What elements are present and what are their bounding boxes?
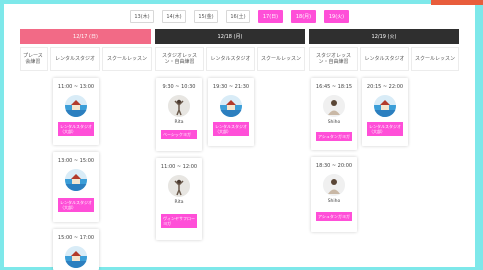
category-tag[interactable]: レンタルスタジオ（大部）: [213, 122, 249, 136]
category-header: プレース 会練習: [20, 47, 48, 71]
studio-photo: [65, 169, 87, 191]
schedule-card[interactable]: 9:30 ~ 10:30 Rita ベーシックヨガ: [156, 78, 202, 151]
category-header: スクールレッスン: [411, 47, 459, 71]
window-frame-left: [0, 0, 4, 270]
card-time: 11:00 ~ 12:00: [160, 164, 198, 170]
date-tab[interactable]: 13(木): [130, 10, 154, 23]
category-tag[interactable]: アシュタンガヨガ: [316, 132, 352, 141]
instructor-photo: [168, 95, 190, 117]
date-tabs: 13(木) 14(木) 15(金) 16(土) 17(日) 18(月) 19(火…: [0, 10, 483, 24]
instructor-photo: [168, 175, 190, 197]
window-corner-accent: [431, 0, 483, 5]
date-tab[interactable]: 16(土): [226, 10, 250, 23]
card-time: 11:00 ~ 13:00: [57, 84, 95, 90]
card-time: 20:15 ~ 22:00: [366, 84, 404, 90]
studio-photo: [65, 95, 87, 117]
schedule-card[interactable]: 20:15 ~ 22:00 レンタルスタジオ（大部）: [362, 78, 408, 146]
category-header: レンタルスタジオ: [206, 47, 255, 71]
window-frame-right: [475, 4, 483, 270]
day-header: 12/19 (火): [309, 29, 459, 44]
studio-photo: [65, 246, 87, 268]
window-frame-top: [0, 0, 483, 4]
schedule-card[interactable]: 11:00 ~ 13:00 レンタルスタジオ（大部）: [53, 78, 99, 145]
day-header-today: 12/17 (日): [20, 29, 151, 44]
date-tab-selected[interactable]: 17(日): [258, 10, 283, 23]
category-header: スクールレッスン: [102, 47, 152, 71]
card-time: 13:00 ~ 15:00: [57, 158, 95, 164]
schedule-card[interactable]: 11:00 ~ 12:00 Rita ヴィンヤサフローヨガ: [156, 158, 202, 240]
schedule-card[interactable]: 13:00 ~ 15:00 レンタルスタジオ（大部）: [53, 152, 99, 222]
schedule-card[interactable]: 18:30 ~ 20:00 Shiho アシュタンガヨガ: [311, 157, 357, 232]
card-time: 18:30 ~ 20:00: [315, 163, 353, 169]
date-tab-selected[interactable]: 19(火): [324, 10, 349, 23]
category-header: レンタルスタジオ: [360, 47, 409, 71]
category-header: スタジオレッスン・自由練習: [309, 47, 358, 71]
schedule-card[interactable]: 16:45 ~ 18:15 Shiho アシュタンガヨガ: [311, 78, 357, 150]
category-header: レンタルスタジオ: [50, 47, 100, 71]
card-time: 16:45 ~ 18:15: [315, 84, 353, 90]
instructor-name: Rita: [174, 120, 184, 125]
category-tag[interactable]: ヴィンヤサフローヨガ: [161, 214, 197, 228]
day-header: 12/18 (月): [155, 29, 305, 44]
category-header: スクールレッスン: [257, 47, 305, 71]
card-time: 9:30 ~ 10:30: [162, 84, 196, 90]
instructor-name: Shiho: [327, 199, 341, 204]
date-tab-selected[interactable]: 18(月): [291, 10, 316, 23]
instructor-photo: [323, 174, 345, 196]
instructor-photo: [323, 95, 345, 117]
studio-photo: [220, 95, 242, 117]
category-tag[interactable]: レンタルスタジオ（大部）: [58, 122, 94, 136]
card-time: 15:00 ~ 17:00: [57, 235, 95, 241]
category-tag[interactable]: レンタルスタジオ（大部）: [58, 198, 94, 212]
instructor-name: Shiho: [327, 120, 341, 125]
date-tab[interactable]: 15(金): [194, 10, 218, 23]
date-tab[interactable]: 14(木): [162, 10, 186, 23]
studio-photo: [374, 95, 396, 117]
card-time: 19:30 ~ 21:30: [212, 84, 250, 90]
instructor-name: Rita: [174, 200, 184, 205]
category-tag[interactable]: ベーシックヨガ: [161, 130, 197, 139]
category-tag[interactable]: レンタルスタジオ（大部）: [367, 122, 403, 136]
category-header: スタジオレッスン・自由練習: [155, 47, 204, 71]
category-tag[interactable]: アシュタンガヨガ: [316, 212, 352, 221]
schedule-card[interactable]: 19:30 ~ 21:30 レンタルスタジオ（大部）: [208, 78, 254, 146]
schedule-card[interactable]: 15:00 ~ 17:00: [53, 229, 99, 270]
